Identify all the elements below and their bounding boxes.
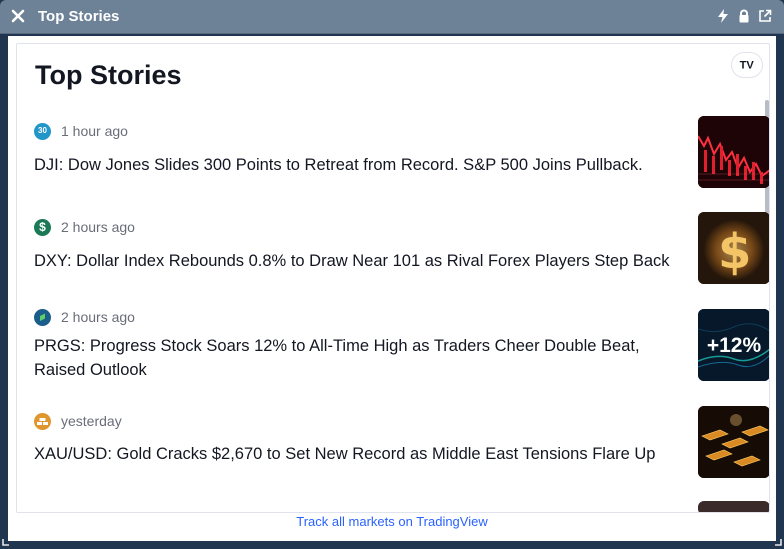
story-headline[interactable]: DJI: Dow Jones Slides 300 Points to Retr… xyxy=(34,153,674,177)
window-title: Top Stories xyxy=(38,8,120,25)
story-time: 1 hour ago xyxy=(61,123,128,139)
story-item[interactable]: $ 2 hours ago DXY: Dollar Index Rebounds… xyxy=(34,212,769,292)
resize-handle-icon[interactable] xyxy=(772,536,782,546)
story-headline[interactable]: PRGS: Progress Stock Soars 12% to All-Ti… xyxy=(34,334,674,382)
story-thumbnail[interactable]: $ xyxy=(698,212,769,284)
page-title: Top Stories xyxy=(35,60,182,90)
title-bar[interactable]: Top Stories xyxy=(0,0,784,34)
gold-bars-icon xyxy=(34,413,51,430)
thumbnail-label: +12% xyxy=(706,334,762,357)
story-thumbnail[interactable] xyxy=(698,501,769,512)
story-thumbnail[interactable] xyxy=(698,406,769,478)
story-time: 2 hours ago xyxy=(61,219,135,235)
close-icon[interactable] xyxy=(10,8,26,24)
tradingview-logo-icon[interactable]: TV xyxy=(731,52,763,78)
story-time: 2 hours ago xyxy=(61,309,135,325)
lightning-icon[interactable] xyxy=(716,9,730,23)
story-time: yesterday xyxy=(61,413,122,429)
popout-icon[interactable] xyxy=(758,9,772,23)
story-headline[interactable]: DXY: Dollar Index Rebounds 0.8% to Draw … xyxy=(34,249,674,273)
resize-handle-icon[interactable] xyxy=(2,536,12,546)
lock-icon[interactable] xyxy=(737,9,751,23)
dollar-icon: $ xyxy=(34,219,51,236)
svg-text:$: $ xyxy=(718,224,751,280)
story-item[interactable]: 30 1 hour ago DJI: Dow Jones Slides 300 … xyxy=(34,116,769,196)
progress-logo-icon xyxy=(34,309,51,326)
story-headline[interactable]: XAU/USD: Gold Cracks $2,670 to Set New R… xyxy=(34,442,674,466)
dow-30-icon: 30 xyxy=(34,123,51,140)
news-card: Top Stories TV 30 1 hour ago DJI: Dow Jo… xyxy=(16,43,770,513)
track-markets-link[interactable]: Track all markets on TradingView xyxy=(8,514,776,529)
svg-text:TV: TV xyxy=(740,60,755,72)
widget-window: Top Stories Top Stories TV 30 1 hour ago… xyxy=(0,0,784,549)
story-item[interactable]: 2 hours ago PRGS: Progress Stock Soars 1… xyxy=(34,302,769,402)
story-thumbnail[interactable] xyxy=(698,116,769,188)
story-item[interactable]: yesterday XAU/USD: Gold Cracks $2,670 to… xyxy=(34,406,769,486)
story-thumbnail[interactable]: +12% xyxy=(698,309,769,381)
widget-content: Top Stories TV 30 1 hour ago DJI: Dow Jo… xyxy=(8,36,776,541)
